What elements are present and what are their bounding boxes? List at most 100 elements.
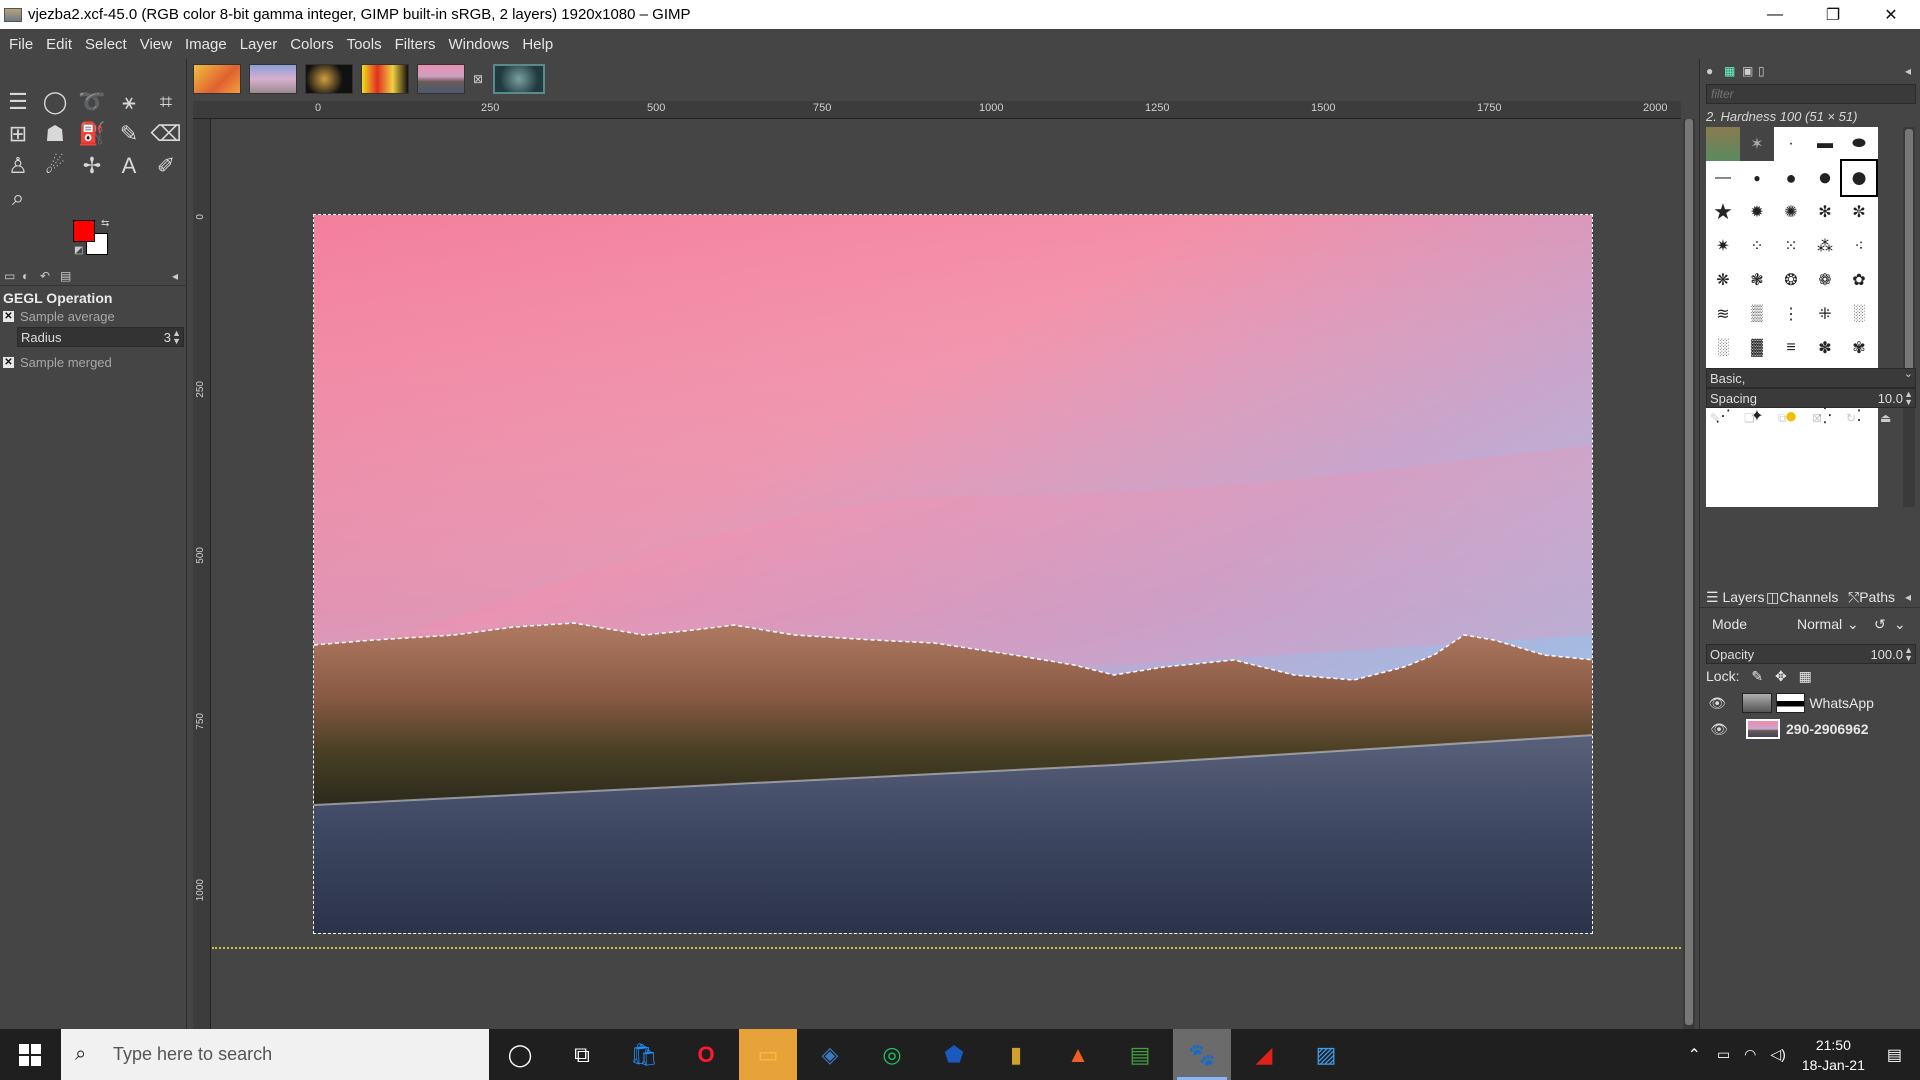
- menu-tools[interactable]: Tools: [342, 36, 390, 53]
- brush-cell[interactable]: ⁜: [1808, 297, 1842, 331]
- brush-cell[interactable]: ❃: [1740, 263, 1774, 297]
- spacing-spinner[interactable]: Spacing 10.0 ▲ ▼: [1706, 388, 1916, 408]
- brush-cell-selected[interactable]: ●: [1840, 159, 1878, 197]
- brush-cell[interactable]: ⁙: [1774, 229, 1808, 263]
- taskbar-search[interactable]: ⌕ Type here to search: [61, 1029, 489, 1080]
- brush-cell[interactable]: ✷: [1706, 229, 1740, 263]
- image-tab-1[interactable]: [193, 64, 241, 94]
- configure-tab-icon[interactable]: ◂: [172, 269, 186, 283]
- image-tab-6[interactable]: [493, 64, 545, 94]
- brush-cell[interactable]: ✽: [1808, 331, 1842, 365]
- brush-grid-scrollbar[interactable]: [1903, 127, 1915, 507]
- menu-layer[interactable]: Layer: [235, 36, 286, 53]
- spacing-value[interactable]: 10.0: [1878, 391, 1903, 406]
- menu-help[interactable]: Help: [517, 36, 561, 53]
- free-select-icon[interactable]: ➰: [77, 87, 107, 117]
- lock-alpha-icon[interactable]: ▦: [1799, 668, 1812, 684]
- brush-cell[interactable]: ⬬: [1842, 127, 1876, 161]
- battery-icon[interactable]: ▭: [1717, 1046, 1730, 1063]
- matlab-icon[interactable]: ▲: [1049, 1029, 1107, 1080]
- tool-options-icon[interactable]: ▭: [4, 269, 18, 283]
- mode-dropdown[interactable]: Normal: [1797, 616, 1842, 632]
- maximize-button[interactable]: ❐: [1804, 0, 1862, 29]
- warp-tool-icon[interactable]: ☗: [40, 119, 70, 149]
- image-canvas[interactable]: [313, 214, 1593, 934]
- layer-row[interactable]: 👁 290-2906962: [1706, 716, 1920, 742]
- image-tab-2[interactable]: [249, 64, 297, 94]
- gimp-taskbar-icon[interactable]: 🐾: [1173, 1029, 1231, 1080]
- canvas-vertical-scrollbar[interactable]: [1683, 119, 1695, 1029]
- eye-icon[interactable]: 👁: [1706, 695, 1728, 712]
- brush-cell[interactable]: ▒: [1740, 297, 1774, 331]
- lock-position-icon[interactable]: ✥: [1775, 668, 1787, 684]
- default-colors-icon[interactable]: ◩: [74, 245, 88, 259]
- brush-cell[interactable]: ✶: [1740, 127, 1774, 161]
- sample-average-checkbox[interactable]: ✕ Sample average: [3, 309, 115, 324]
- undo-history-icon[interactable]: ↶: [40, 269, 54, 283]
- configure-tab-icon[interactable]: ◂: [1905, 64, 1919, 78]
- brush-cell[interactable]: ✼: [1842, 195, 1876, 229]
- brush-filter-input[interactable]: [1706, 84, 1916, 104]
- refresh-brushes-icon[interactable]: ↻: [1846, 411, 1860, 425]
- document-history-icon[interactable]: ▯: [1758, 64, 1772, 78]
- image-tab-3[interactable]: [305, 64, 353, 94]
- brush-cell[interactable]: ★: [1706, 195, 1740, 229]
- file-explorer-icon[interactable]: ▭: [739, 1029, 797, 1080]
- menu-edit[interactable]: Edit: [41, 36, 80, 53]
- brush-cell[interactable]: ✾: [1842, 331, 1876, 365]
- brush-cell[interactable]: ✿: [1842, 263, 1876, 297]
- spinner-arrows-icon[interactable]: ▲ ▼: [1904, 390, 1913, 407]
- swap-colors-icon[interactable]: ⇆: [101, 218, 115, 232]
- notifications-icon[interactable]: ▤: [1887, 1045, 1902, 1065]
- brush-preset-dropdown[interactable]: Basic, ⌄: [1706, 368, 1916, 388]
- volume-icon[interactable]: ◁): [1770, 1046, 1785, 1063]
- image-tab-4[interactable]: [361, 64, 409, 94]
- brush-cell[interactable]: ❂: [1774, 263, 1808, 297]
- chevron-down-icon[interactable]: ⌄: [1847, 616, 1859, 633]
- lock-pixels-icon[interactable]: ✎: [1751, 668, 1763, 684]
- close-tab-icon[interactable]: ⊠: [473, 72, 487, 86]
- vertical-ruler[interactable]: 0 250 500 750 1000: [193, 119, 211, 1029]
- smudge-tool-icon[interactable]: ☄: [40, 151, 70, 181]
- edit-brush-icon[interactable]: ✎: [1710, 411, 1724, 425]
- new-brush-icon[interactable]: ❏: [1744, 411, 1758, 425]
- eraser-icon[interactable]: ⌫: [150, 119, 181, 149]
- brush-cell[interactable]: —: [1706, 161, 1740, 195]
- radius-value[interactable]: 3: [164, 330, 171, 345]
- fuzzy-select-icon[interactable]: ⚹: [114, 87, 144, 117]
- horizontal-ruler[interactable]: 0 250 500 750 1000 1250 1500 1750 2000: [193, 101, 1681, 119]
- minimize-button[interactable]: —: [1746, 0, 1804, 29]
- duplicate-brush-icon[interactable]: ⧉: [1778, 411, 1792, 425]
- cortana-icon[interactable]: ◯: [491, 1029, 549, 1080]
- paintbrush-icon[interactable]: ✎: [114, 119, 144, 149]
- chevron-up-icon[interactable]: ⌃: [1688, 1045, 1701, 1065]
- shield-icon[interactable]: ⬟: [925, 1029, 983, 1080]
- brush-grid[interactable]: ✶ · ▬ ⬬ — ● ● ● ● ★ ✹ ✺ ✻ ✼ ✷ ⁘ ⁙ ⁂ ⁖ ❋ …: [1706, 127, 1878, 507]
- store-icon[interactable]: 🛍: [615, 1029, 673, 1080]
- menu-filters[interactable]: Filters: [390, 36, 444, 53]
- foreground-color-swatch[interactable]: [73, 220, 95, 242]
- brush-cell[interactable]: ❋: [1706, 263, 1740, 297]
- opacity-spinner[interactable]: Opacity 100.0 ▲ ▼: [1706, 644, 1916, 664]
- task-view-icon[interactable]: ⧉: [553, 1029, 611, 1080]
- open-brush-icon[interactable]: ⏏: [1880, 411, 1894, 425]
- brush-cell[interactable]: ⁖: [1842, 229, 1876, 263]
- menu-view[interactable]: View: [135, 36, 180, 53]
- menu-colors[interactable]: Colors: [285, 36, 341, 53]
- device-status-icon[interactable]: ◐: [22, 269, 36, 283]
- menu-windows[interactable]: Windows: [443, 36, 517, 53]
- photos-icon[interactable]: ▨: [1297, 1029, 1355, 1080]
- brush-cell[interactable]: ●: [1808, 161, 1842, 195]
- radius-spinner[interactable]: Radius 3 ▲ ▼: [17, 327, 184, 347]
- tab-layers[interactable]: ☰ Layers: [1706, 589, 1764, 606]
- configure-tab-icon[interactable]: ◂: [1905, 590, 1919, 604]
- text-tool-icon[interactable]: A: [114, 151, 144, 181]
- start-button[interactable]: [0, 1029, 60, 1080]
- brush-cell[interactable]: [1706, 127, 1740, 161]
- brush-cell[interactable]: ✻: [1808, 195, 1842, 229]
- brush-cell[interactable]: ░: [1842, 297, 1876, 331]
- paths-tool-icon[interactable]: ✢: [77, 151, 107, 181]
- tab-channels[interactable]: ◫Channels: [1766, 589, 1838, 606]
- brush-cell[interactable]: ●: [1774, 161, 1808, 195]
- crop-tool-icon[interactable]: ⌗: [151, 87, 181, 117]
